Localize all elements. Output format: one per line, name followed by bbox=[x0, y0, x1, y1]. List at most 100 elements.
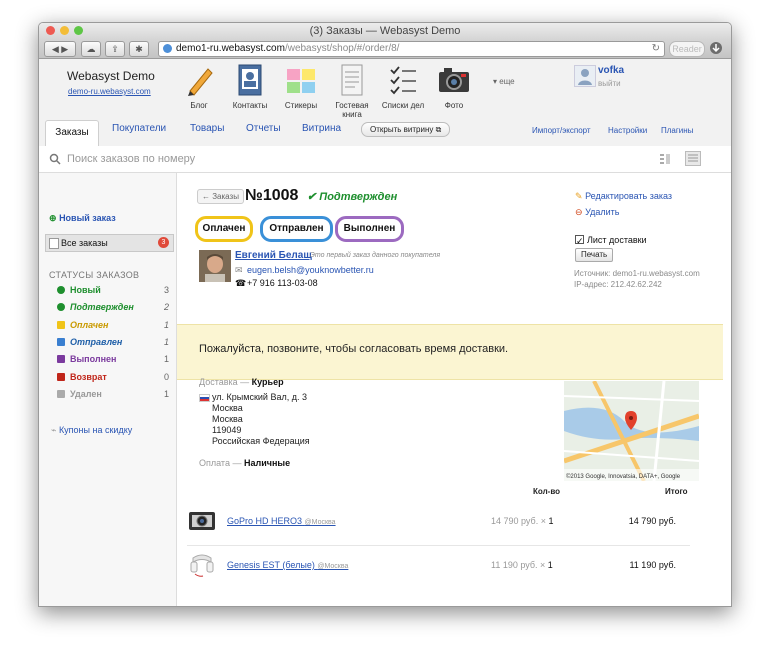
delete-order-link[interactable]: ⊖ Удалить bbox=[575, 207, 619, 218]
russia-flag-icon bbox=[199, 394, 210, 402]
status-confirmed-label: Подтвержден bbox=[70, 302, 134, 312]
new-order-link[interactable]: ⊕ Новый заказ bbox=[49, 213, 116, 224]
shipped-action-button[interactable]: Отправлен bbox=[260, 216, 333, 242]
settings-link[interactable]: Настройки bbox=[608, 126, 647, 135]
share-icon[interactable]: ⇪ bbox=[105, 41, 125, 57]
refund-icon bbox=[57, 373, 65, 381]
brand-link[interactable]: demo-ru.webasyst.com bbox=[68, 87, 151, 96]
split-view-icon[interactable] bbox=[659, 153, 671, 165]
mail-icon: ✉ bbox=[235, 265, 243, 275]
order-search-bar: Поиск заказов по номеру bbox=[39, 146, 731, 173]
customer-photo[interactable] bbox=[199, 250, 231, 282]
more-apps-link[interactable]: ▾ еще bbox=[493, 77, 515, 86]
tab-storefront[interactable]: Витрина bbox=[302, 123, 341, 134]
total-header: Итого bbox=[665, 487, 688, 496]
checklist-icon bbox=[386, 63, 420, 97]
shipping-map[interactable]: ©2013 Google, Innovatsia, DATA+, Google bbox=[564, 381, 699, 481]
search-input[interactable]: Поиск заказов по номеру bbox=[67, 153, 195, 165]
window-title: (3) Заказы — Webasyst Demo bbox=[309, 25, 461, 37]
delete-icon: ⊖ bbox=[575, 207, 583, 217]
browser-toolbar: ◀ ▶ ☁ ⇪ ✱ demo1-ru.webasyst.com/webasyst… bbox=[39, 39, 731, 59]
statuses-heading: СТАТУСЫ ЗАКАЗОВ bbox=[49, 270, 140, 280]
product-thumbnail[interactable] bbox=[187, 550, 217, 580]
logout-link[interactable]: выйти bbox=[598, 79, 621, 88]
tab-customers[interactable]: Покупатели bbox=[112, 123, 166, 134]
shipping-address: ул. Крымский Вал, д. 3 Москва Москва 119… bbox=[212, 392, 310, 447]
completed-action-button[interactable]: Выполнен bbox=[335, 216, 404, 242]
app-todo[interactable]: Списки дел bbox=[378, 63, 428, 110]
status-deleted-count: 1 bbox=[163, 389, 169, 399]
globe-icon bbox=[163, 44, 172, 53]
status-paid-count: 1 bbox=[163, 320, 169, 330]
status-item-new[interactable]: Новый 3 bbox=[57, 285, 169, 297]
sidebar: ⊕ Новый заказ Все заказы 3 СТАТУСЫ ЗАКАЗ… bbox=[39, 173, 177, 606]
checkbox-icon: ✓ bbox=[575, 235, 584, 246]
status-item-deleted[interactable]: Удален 1 bbox=[57, 389, 169, 401]
status-new-count: 3 bbox=[163, 285, 169, 295]
product-name: Genesis EST (белые) bbox=[227, 560, 315, 570]
product-link[interactable]: Genesis EST (белые) @Москва bbox=[227, 560, 348, 570]
reload-icon[interactable]: ↻ bbox=[652, 42, 660, 56]
customer-name[interactable]: Евгений Белащ bbox=[235, 250, 312, 261]
app-photos[interactable]: Фото bbox=[429, 63, 479, 110]
app-stickies[interactable]: Стикеры bbox=[276, 63, 326, 110]
status-item-completed[interactable]: Выполнен 1 bbox=[57, 354, 169, 366]
app-blog[interactable]: Блог bbox=[174, 63, 224, 110]
reader-button[interactable]: Reader bbox=[669, 41, 705, 57]
plugins-link[interactable]: Плагины bbox=[661, 126, 693, 135]
product-location: @Москва bbox=[317, 563, 349, 570]
edit-order-label: Редактировать заказ bbox=[585, 191, 673, 201]
status-item-refund[interactable]: Возврат 0 bbox=[57, 372, 169, 384]
map-image bbox=[564, 381, 699, 481]
user-name[interactable]: vofka bbox=[598, 65, 624, 76]
bookmarks-icon[interactable]: ✱ bbox=[129, 41, 149, 57]
status-completed-label: Выполнен bbox=[70, 354, 117, 364]
address-bar[interactable]: demo1-ru.webasyst.com/webasyst/shop/#/or… bbox=[158, 41, 665, 57]
camera-icon bbox=[437, 63, 471, 97]
packing-list-checkbox[interactable]: ✓ Лист доставки bbox=[575, 235, 647, 246]
main-nav: Заказы Покупатели Товары Отчеты Витрина … bbox=[39, 117, 731, 147]
comment-text: Пожалуйста, позвоните, чтобы согласовать… bbox=[199, 343, 509, 355]
tab-products[interactable]: Товары bbox=[190, 123, 224, 134]
customer-email[interactable]: ✉ eugen.belsh@youknowbetter.ru bbox=[235, 265, 374, 275]
import-export-link[interactable]: Импорт/экспорт bbox=[532, 126, 591, 135]
tab-reports[interactable]: Отчеты bbox=[246, 123, 281, 134]
cloud-icon[interactable]: ☁ bbox=[81, 41, 101, 57]
avatar bbox=[574, 65, 596, 87]
app-contacts[interactable]: Контакты bbox=[225, 63, 275, 110]
all-orders-item[interactable]: Все заказы 3 bbox=[45, 234, 174, 252]
order-status-label: Подтвержден bbox=[319, 191, 398, 203]
back-forward-buttons[interactable]: ◀ ▶ bbox=[44, 41, 76, 57]
downloads-icon[interactable] bbox=[708, 41, 724, 55]
close-window-button[interactable] bbox=[46, 26, 55, 35]
payment-method: Наличные bbox=[243, 458, 291, 468]
app-guestbook[interactable]: Гостевая книга bbox=[327, 63, 377, 119]
pencil-icon bbox=[182, 63, 216, 97]
edit-order-link[interactable]: ✎ Редактировать заказ bbox=[575, 191, 672, 202]
table-view-icon[interactable] bbox=[685, 151, 701, 166]
zoom-window-button[interactable] bbox=[74, 26, 83, 35]
status-shipped-label: Отправлен bbox=[70, 337, 123, 347]
tab-orders[interactable]: Заказы bbox=[45, 120, 99, 147]
coupons-link[interactable]: ⌁ Купоны на скидку bbox=[51, 425, 132, 436]
order-item-row: GoPro HD HERO3 @Москва 14 790 руб. × 1 1… bbox=[187, 502, 690, 542]
coupons-label: Купоны на скидку bbox=[58, 425, 133, 435]
product-thumbnail[interactable] bbox=[187, 506, 217, 536]
open-storefront-button[interactable]: Открыть витрину ⧉ bbox=[361, 122, 451, 137]
paid-action-button[interactable]: Оплачен bbox=[195, 216, 253, 242]
status-item-shipped[interactable]: Отправлен 1 bbox=[57, 337, 169, 349]
status-item-confirmed[interactable]: Подтвержден 2 bbox=[57, 302, 169, 314]
app-contacts-label: Контакты bbox=[232, 101, 268, 110]
check-icon bbox=[57, 303, 65, 311]
phone-icon: ☎ bbox=[235, 278, 247, 288]
product-link[interactable]: GoPro HD HERO3 @Москва bbox=[227, 516, 336, 526]
back-to-orders-button[interactable]: ← Заказы bbox=[197, 189, 244, 204]
print-button[interactable]: Печать bbox=[575, 248, 614, 262]
item-qty: 1 bbox=[547, 560, 553, 570]
customer-email-text: eugen.belsh@youknowbetter.ru bbox=[247, 265, 374, 275]
item-price-text: 14 790 руб. × bbox=[491, 516, 546, 526]
shipping-line: Доставка — Курьер bbox=[199, 377, 284, 387]
status-item-paid[interactable]: Оплачен 1 bbox=[57, 320, 169, 332]
minimize-window-button[interactable] bbox=[60, 26, 69, 35]
order-status: ✔ Подтвержден bbox=[307, 190, 397, 203]
